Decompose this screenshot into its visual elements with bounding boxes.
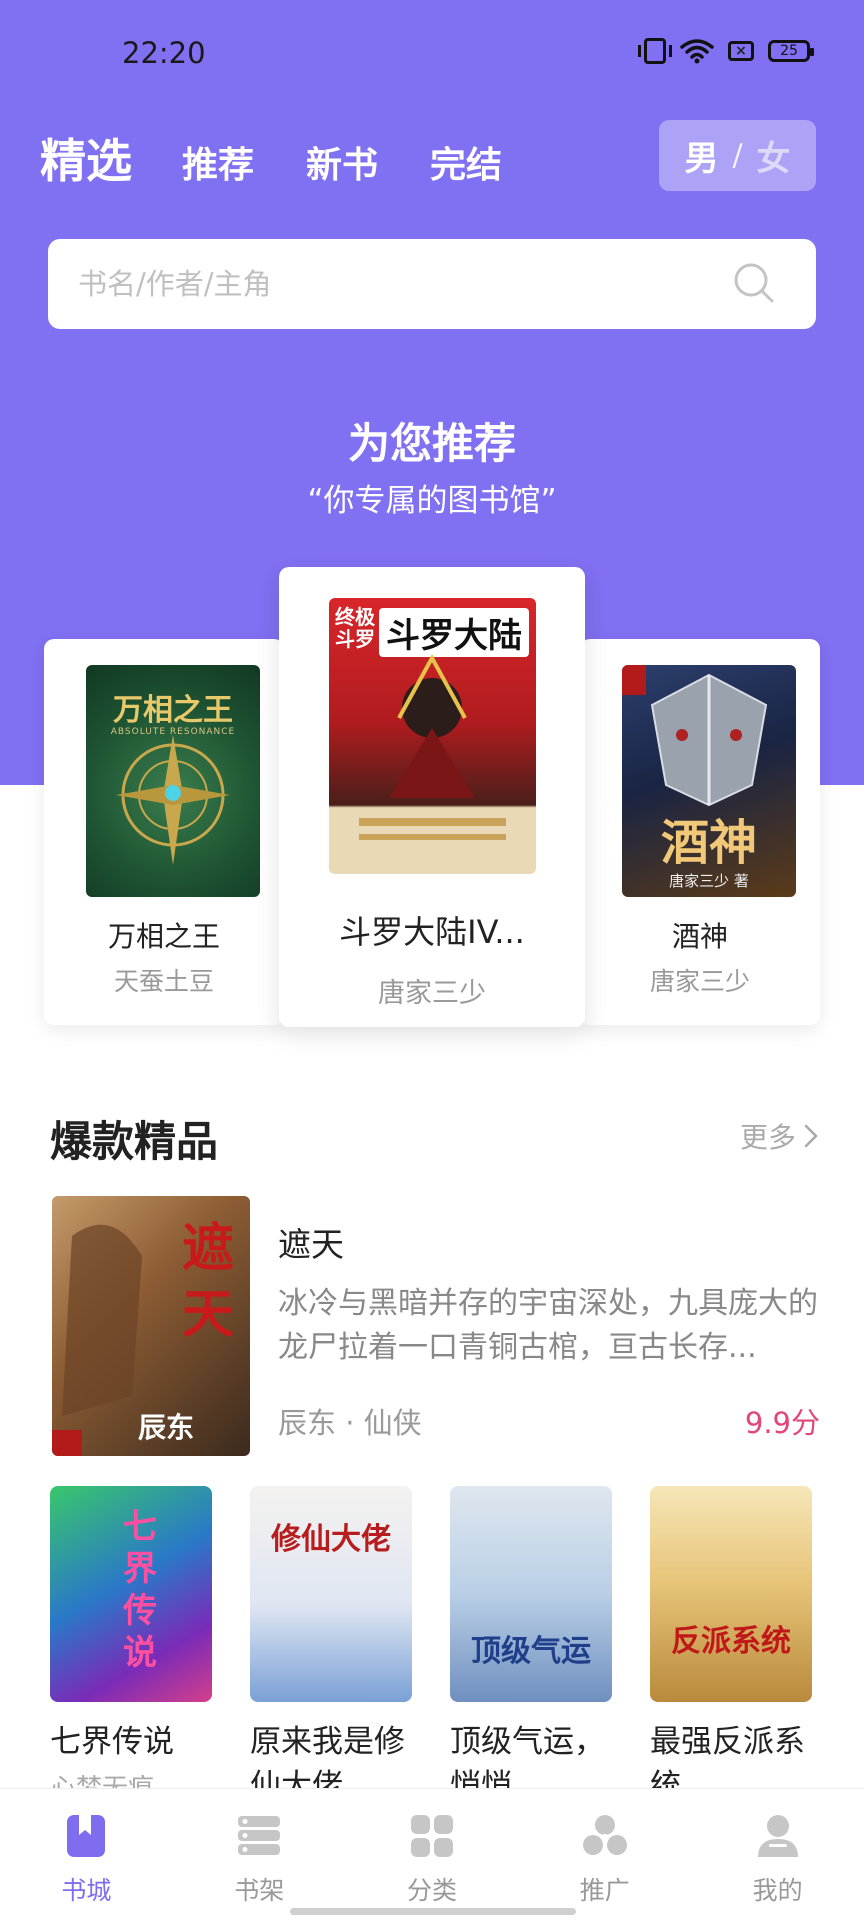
grid-book[interactable]: 反派系统 最强反派系统 xyxy=(650,1486,814,1808)
featured-meta: 辰东 · 仙侠 xyxy=(278,1406,422,1440)
book-title: 酒神 xyxy=(671,920,728,953)
search-input[interactable] xyxy=(78,239,718,329)
book-author: 唐家三少 xyxy=(649,967,750,996)
book-cover: 反派系统 xyxy=(650,1486,812,1702)
battery-icon: 25 xyxy=(768,40,814,62)
tab-new-books[interactable]: 新书 xyxy=(306,136,378,188)
chevron-right-icon xyxy=(804,1124,818,1148)
gender-separator: / xyxy=(732,138,743,173)
home-indicator xyxy=(290,1908,576,1915)
book-cover: 七界传说 xyxy=(50,1486,212,1702)
featured-book[interactable]: 遮天 辰东 遮天 冰冷与黑暗并存的宇宙深处，九具庞大的龙尸拉着一口青铜古棺，亘古… xyxy=(52,1196,820,1456)
nav-profile[interactable]: 我的 xyxy=(691,1789,864,1920)
book-cover: 终极斗罗 斗罗大陆 xyxy=(329,598,536,874)
nav-label: 推广 xyxy=(579,1876,630,1905)
more-link[interactable]: 更多 xyxy=(740,1116,818,1156)
featured-description: 冰冷与黑暗并存的宇宙深处，九具庞大的龙尸拉着一口青铜古棺，亘古长存... xyxy=(278,1286,818,1365)
recommend-title: 为您推荐 xyxy=(347,419,516,468)
bottom-nav: 书城 书架 分类 推广 我的 xyxy=(0,1788,864,1920)
status-icons: × 25 xyxy=(638,38,814,64)
category-grid-icon xyxy=(410,1815,453,1857)
featured-score: 9.9分 xyxy=(744,1406,820,1440)
book-author: 天蚕土豆 xyxy=(113,967,214,996)
search-bar xyxy=(48,239,816,329)
book-cover: 酒神 唐家三少 著 xyxy=(622,665,796,897)
search-icon[interactable] xyxy=(732,261,776,305)
tab-completed[interactable]: 完结 xyxy=(430,136,502,188)
tab-recommend[interactable]: 推荐 xyxy=(182,136,254,188)
recommend-card-right[interactable]: 酒神 唐家三少 著 酒神 唐家三少 xyxy=(580,639,820,1025)
nav-promote[interactable]: 推广 xyxy=(518,1789,691,1920)
nav-label: 我的 xyxy=(752,1876,803,1905)
no-sim-icon: × xyxy=(728,41,754,61)
tab-featured[interactable]: 精选 xyxy=(40,125,132,191)
grid-book[interactable]: 修仙大佬 原来我是修仙大佬 xyxy=(250,1486,414,1808)
book-cover: 修仙大佬 xyxy=(250,1486,412,1702)
featured-title: 遮天 xyxy=(278,1225,344,1264)
wifi-icon xyxy=(680,39,714,64)
status-time: 22:20 xyxy=(122,36,206,70)
book-cover: 遮天 辰东 xyxy=(52,1196,250,1456)
grid-book[interactable]: 顶级气运 顶级气运，悄悄 xyxy=(450,1486,614,1808)
book-title: 万相之王 xyxy=(107,920,220,953)
nav-bookshelf[interactable]: 书架 xyxy=(173,1789,346,1920)
top-tabs: 精选 推荐 新书 完结 xyxy=(40,125,554,191)
nav-label: 书城 xyxy=(61,1876,112,1905)
nav-label: 分类 xyxy=(406,1876,457,1905)
vibrate-icon xyxy=(638,38,672,64)
profile-icon xyxy=(757,1815,798,1857)
nav-category[interactable]: 分类 xyxy=(346,1789,519,1920)
nav-bookstore[interactable]: 书城 xyxy=(0,1789,173,1920)
grid-book[interactable]: 七界传说 七界传说 心梦无痕 xyxy=(50,1486,214,1805)
promote-share-icon xyxy=(582,1815,627,1855)
shelf-icon xyxy=(238,1816,281,1855)
gender-male[interactable]: 男 xyxy=(684,131,718,180)
gender-toggle[interactable]: 男 / 女 xyxy=(659,120,816,191)
book-title: 斗罗大陆IV... xyxy=(339,913,525,951)
bookmark-book-icon xyxy=(67,1815,106,1857)
recommend-card-center[interactable]: 终极斗罗 斗罗大陆 斗罗大陆IV... 唐家三少 xyxy=(279,567,585,1027)
recommend-card-left[interactable]: 万相之王 ABSOLUTE RESONANCE 万相之王 天蚕土豆 xyxy=(44,639,284,1025)
book-cover: 顶级气运 xyxy=(450,1486,612,1702)
nav-label: 书架 xyxy=(234,1876,285,1905)
recommend-subtitle: “你专属的图书馆” xyxy=(307,483,557,519)
section-title: 爆款精品 xyxy=(50,1117,219,1166)
book-author: 唐家三少 xyxy=(378,978,486,1009)
grid-book-title: 七界传说 xyxy=(50,1724,174,1760)
gender-female[interactable]: 女 xyxy=(757,131,791,180)
more-label[interactable]: 更多 xyxy=(740,1116,796,1156)
book-cover: 万相之王 ABSOLUTE RESONANCE xyxy=(86,665,260,897)
